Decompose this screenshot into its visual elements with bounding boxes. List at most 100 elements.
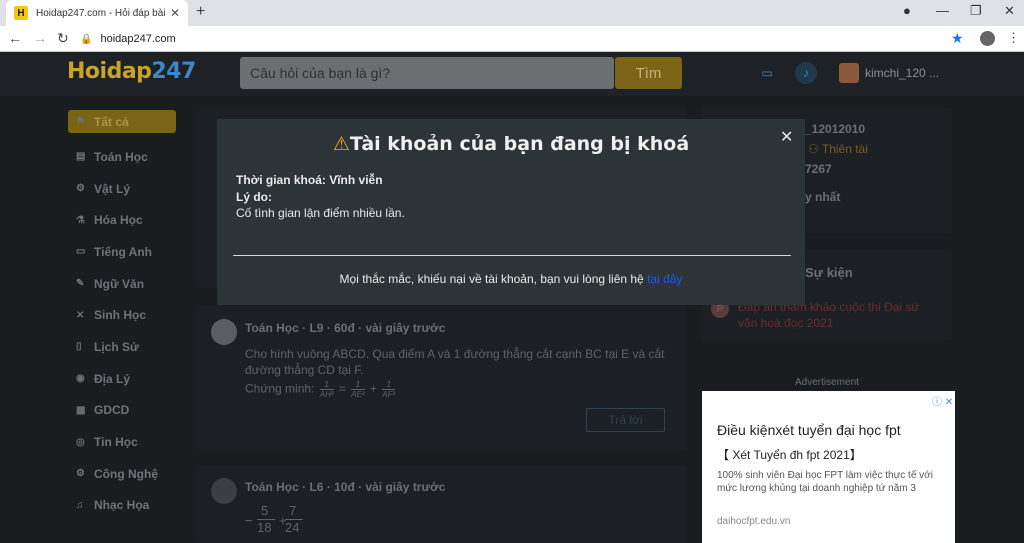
avatar[interactable] bbox=[211, 319, 237, 345]
sidebar-item-label: Tin Học bbox=[94, 435, 138, 450]
avatar[interactable] bbox=[211, 478, 237, 504]
close-tab-icon[interactable]: ✕ bbox=[170, 6, 180, 20]
reason-label: Lý do: bbox=[236, 190, 272, 204]
modal-footer: Mọi thắc mắc, khiếu nại về tài khoản, bạ… bbox=[217, 272, 805, 286]
chat-icon[interactable]: ▭ bbox=[756, 62, 778, 84]
sidebar-item-label: Toán Học bbox=[94, 149, 148, 164]
sidebar-item-literature[interactable]: ✎ Ngữ Văn bbox=[68, 268, 176, 300]
modal-title: ⚠Tài khoản của bạn đang bị khoá bbox=[217, 133, 805, 155]
sidebar-item-label: Nhạc Họa bbox=[94, 498, 150, 513]
rank-badge: ⚇ Thiên tài bbox=[808, 142, 868, 156]
formula-label: Chứng minh: bbox=[245, 381, 315, 396]
adchoices-icon[interactable]: ⓘ ✕ bbox=[932, 393, 953, 408]
footer-text: Mọi thắc mắc, khiếu nại về tài khoản, bạ… bbox=[339, 272, 644, 286]
browser-tabbar: H Hoidap247.com - Hỏi đáp bài tậ ✕ + ● —… bbox=[0, 0, 1024, 26]
sidebar-item-english[interactable]: ▭ Tiếng Anh bbox=[68, 236, 176, 268]
sidebar-item-chemistry[interactable]: ⚗ Hóa Học bbox=[68, 204, 176, 236]
numerator: 7 bbox=[289, 503, 297, 518]
question-formula[interactable]: Chứng minh: 1 AH² = 1 AE² + 1 AF² bbox=[245, 380, 397, 399]
sidebar-item-music[interactable]: ♫ Nhạc Họa bbox=[68, 490, 176, 522]
favicon-icon: H bbox=[14, 6, 28, 20]
profile-avatar-icon[interactable] bbox=[980, 31, 995, 46]
sidebar-item-geography[interactable]: ◉ Địa Lý bbox=[68, 363, 176, 395]
sidebar-item-label: Địa Lý bbox=[94, 371, 131, 386]
sidebar-item-math[interactable]: ▤ Toán Học bbox=[68, 141, 176, 173]
sidebar-item-label: Hóa Học bbox=[94, 213, 143, 228]
close-window-icon[interactable]: ✕ bbox=[1004, 3, 1015, 19]
sidebar-item-label: Ngữ Văn bbox=[94, 276, 145, 291]
question-text[interactable]: Cho hình vuông ABCD. Qua điểm A và 1 đườ… bbox=[245, 346, 664, 362]
avatar[interactable] bbox=[839, 63, 859, 83]
ad-subtitle[interactable]: 【 Xét Tuyển đh fpt 2021】 bbox=[717, 446, 862, 463]
new-tab-icon[interactable]: + bbox=[196, 3, 205, 21]
all-icon: ⚑ bbox=[76, 116, 85, 127]
username[interactable]: kimchi_120 ... bbox=[865, 66, 939, 80]
lock-duration: Thời gian khoá: Vĩnh viễn bbox=[236, 173, 383, 187]
warning-icon: ⚠ bbox=[332, 133, 350, 155]
ad-description: 100% sinh viên Đại học FPT làm việc thực… bbox=[717, 470, 933, 494]
advertisement-label: Advertisement bbox=[795, 377, 859, 388]
forward-icon[interactable]: → bbox=[33, 30, 47, 46]
chemistry-icon: ⚗ bbox=[76, 214, 85, 226]
rank-label: Thiên tài bbox=[821, 142, 868, 156]
informatics-icon: ◎ bbox=[76, 436, 85, 448]
browser-tab[interactable]: H Hoidap247.com - Hỏi đáp bài tậ ✕ bbox=[6, 0, 188, 26]
contact-link[interactable]: tại đây bbox=[647, 272, 682, 286]
english-icon: ▭ bbox=[76, 246, 86, 258]
address-bar: ← → ↻ 🔒 hoidap247.com ★ ⋮ bbox=[0, 26, 1024, 52]
sidebar-item-technology[interactable]: ⚙ Công Nghệ bbox=[68, 458, 176, 490]
music-icon: ♫ bbox=[76, 499, 84, 511]
sidebar-item-history[interactable]: ▯ Lịch Sử bbox=[68, 331, 176, 363]
biology-icon: ✕ bbox=[76, 309, 85, 321]
reload-icon[interactable]: ↻ bbox=[57, 30, 69, 47]
reason-text: Cố tình gian lận điểm nhiều lần. bbox=[236, 206, 405, 220]
tab-title: Hoidap247.com - Hỏi đáp bài tậ bbox=[36, 7, 166, 19]
history-icon: ▯ bbox=[76, 341, 82, 353]
lock-icon: 🔒 bbox=[80, 33, 93, 45]
ad-url[interactable]: daihocfpt.edu.vn bbox=[717, 516, 790, 527]
physics-icon: ⚙ bbox=[76, 183, 85, 195]
search-input[interactable]: Câu hỏi của bạn là gì? bbox=[240, 57, 614, 89]
reply-button[interactable]: Trả lời bbox=[586, 408, 665, 432]
sidebar-item-label: Vật Lý bbox=[94, 181, 131, 196]
denominator: 24 bbox=[285, 519, 303, 535]
sidebar: ⚑ Tất cả ▤ Toán Học ⚙ Vật Lý ⚗ Hóa Học ▭ Tiến… bbox=[68, 110, 176, 521]
ad-banner[interactable]: ⓘ ✕ Điều kiệnxét tuyển đại học fpt 【 Xét… bbox=[702, 391, 955, 543]
question-text[interactable]: đường thẳng CD tại F. bbox=[245, 362, 364, 378]
technology-icon: ⚙ bbox=[76, 468, 85, 480]
minimize-icon[interactable]: — bbox=[936, 3, 949, 18]
kebab-menu-icon[interactable]: ⋮ bbox=[1007, 30, 1020, 46]
sidebar-item-all[interactable]: ⚑ Tất cả bbox=[68, 110, 176, 133]
maximize-icon[interactable]: ❐ bbox=[970, 3, 982, 19]
ranking-link[interactable]: y nhất bbox=[805, 190, 840, 204]
fraction: 1 AH² bbox=[319, 380, 334, 399]
numerator: 5 bbox=[261, 503, 269, 518]
site-logo[interactable]: Hoidap247 bbox=[67, 59, 196, 84]
sidebar-item-label: GDCD bbox=[94, 403, 130, 418]
profile-menu-icon[interactable]: ● bbox=[903, 3, 911, 18]
profile-username: _12012010 bbox=[805, 122, 866, 136]
sidebar-item-civics[interactable]: ▦ GDCD bbox=[68, 395, 176, 427]
question-meta: Toán Học · L9 · 60đ · vài giây trước bbox=[245, 321, 446, 335]
fraction: 1 AF² bbox=[382, 380, 396, 399]
sidebar-item-label: Sinh Học bbox=[94, 308, 147, 323]
denominator: 18 bbox=[257, 519, 275, 535]
sidebar-item-label: Công Nghệ bbox=[94, 466, 158, 481]
site-header: Hoidap247 Câu hỏi của bạn là gì? Tìm ▭ ♪… bbox=[0, 52, 1024, 96]
profile-points: 7267 bbox=[805, 162, 832, 176]
url-field[interactable]: 🔒 hoidap247.com bbox=[80, 29, 970, 49]
url-text: hoidap247.com bbox=[100, 33, 176, 45]
logo-text: Hoidap bbox=[67, 59, 152, 84]
literature-icon: ✎ bbox=[76, 278, 85, 290]
divider bbox=[233, 255, 791, 256]
search-button[interactable]: Tìm bbox=[615, 57, 682, 89]
back-icon[interactable]: ← bbox=[8, 30, 22, 46]
sidebar-item-physics[interactable]: ⚙ Vật Lý bbox=[68, 173, 176, 205]
bookmark-star-icon[interactable]: ★ bbox=[951, 30, 964, 47]
ad-title[interactable]: Điều kiệnxét tuyển đại học fpt bbox=[717, 422, 901, 438]
math-icon: ▤ bbox=[76, 151, 86, 163]
sidebar-item-biology[interactable]: ✕ Sinh Học bbox=[68, 299, 176, 331]
notification-bell-icon[interactable]: ♪ bbox=[795, 62, 817, 84]
account-locked-modal: ✕ ⚠Tài khoản của bạn đang bị khoá Thời g… bbox=[217, 119, 805, 305]
sidebar-item-informatics[interactable]: ◎ Tin Học bbox=[68, 426, 176, 458]
